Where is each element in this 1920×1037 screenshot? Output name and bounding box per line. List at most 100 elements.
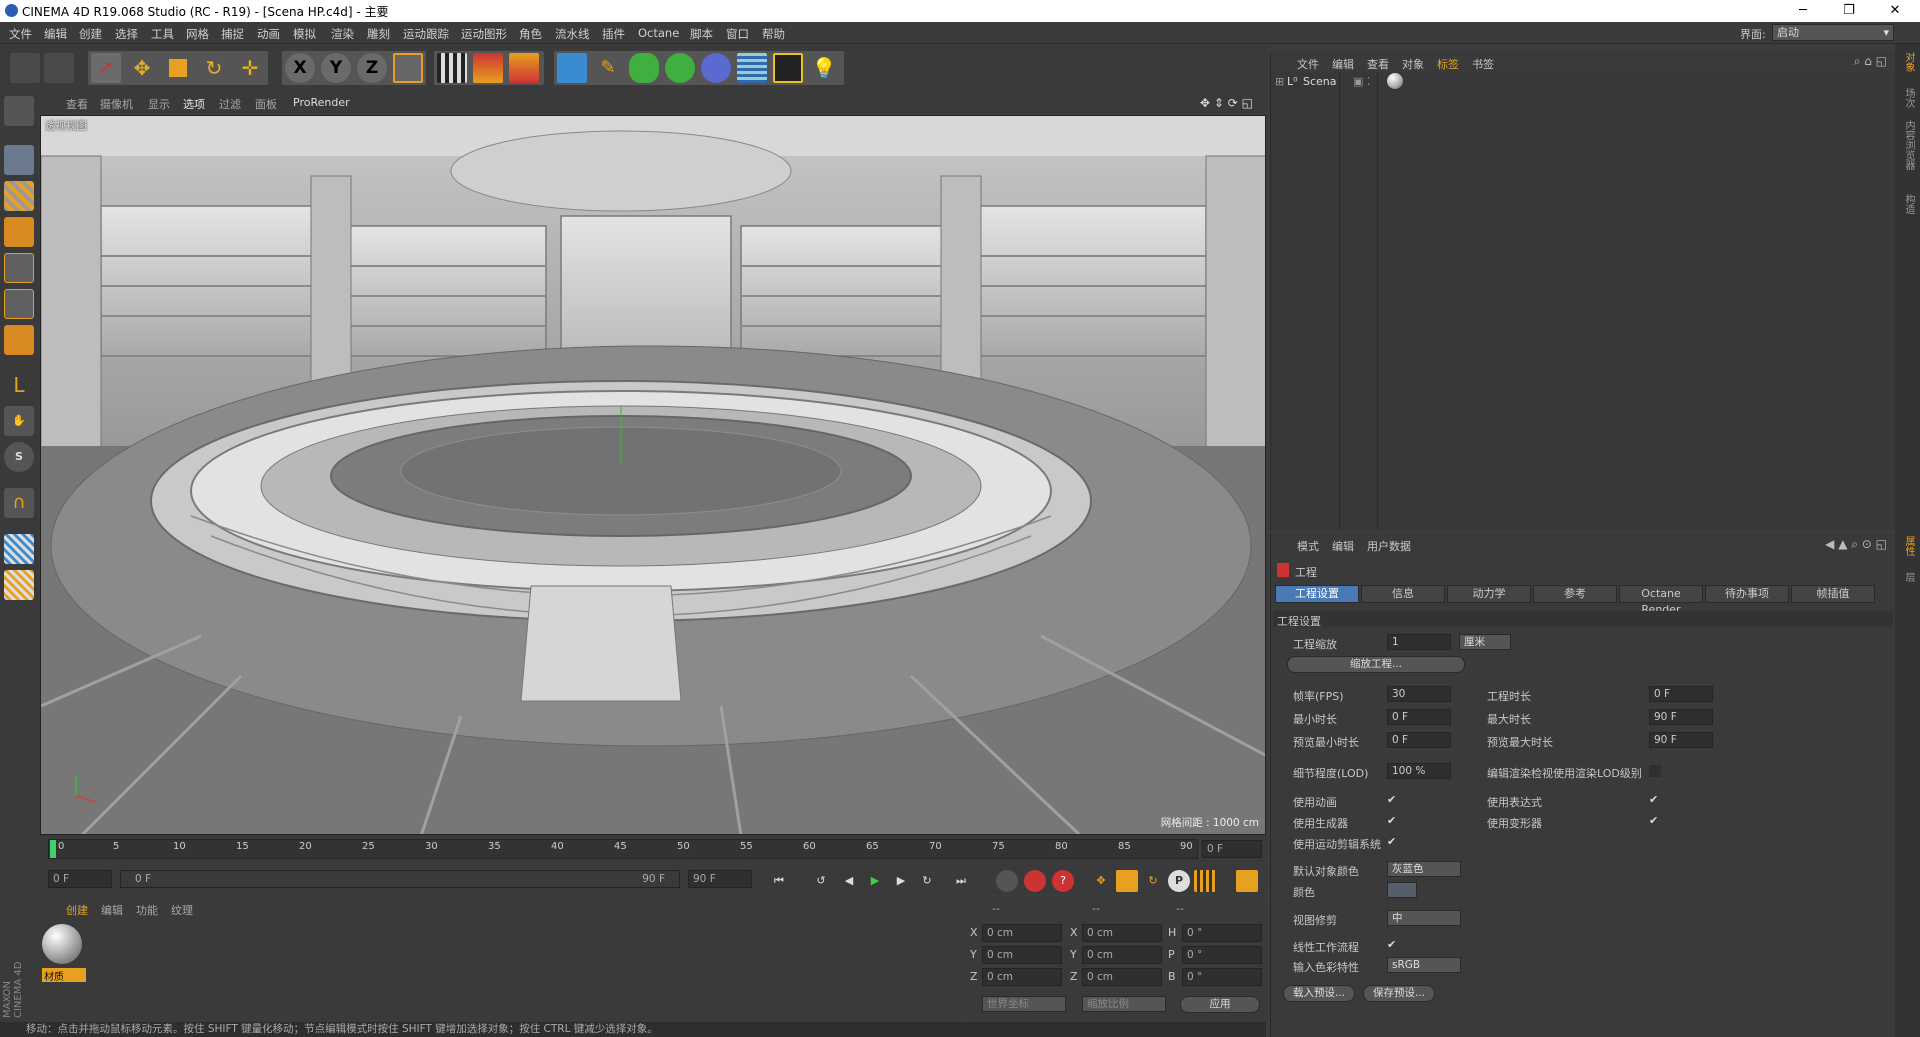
apply-button[interactable]: 应用 <box>1180 996 1260 1013</box>
undo-icon[interactable] <box>10 53 40 83</box>
make-editable-icon[interactable] <box>4 96 34 126</box>
viewport-menu-view[interactable]: 查看 <box>66 96 88 112</box>
record-keys-icon[interactable] <box>996 870 1018 892</box>
save-preset-button[interactable]: 保存预设... <box>1363 985 1435 1002</box>
object-name[interactable]: Scena <box>1303 75 1337 88</box>
objects-menu-view[interactable]: 查看 <box>1367 56 1389 72</box>
use-expressions-checkbox[interactable]: ✔ <box>1649 794 1661 806</box>
menu-window[interactable]: 窗口 <box>726 26 749 42</box>
texture-mode-icon[interactable] <box>4 181 34 211</box>
list-item[interactable]: ⊞ L⁰ Scena ▣ ⁚ <box>1275 73 1895 91</box>
cube-icon[interactable] <box>557 53 587 83</box>
perspective-viewport[interactable]: 透视视图 网格间距 : 1000 cm <box>40 115 1266 835</box>
tab-dynamics[interactable]: 动力学 <box>1447 585 1531 603</box>
menu-snap[interactable]: 捕捉 <box>221 26 244 42</box>
min-time-field[interactable]: 0 F <box>1387 709 1451 725</box>
play-icon[interactable]: ▶ <box>864 870 886 892</box>
timeline-ruler[interactable]: 0 5 10 15 20 25 30 35 40 45 50 55 60 65 … <box>40 835 1266 863</box>
axis-mode-icon[interactable]: L <box>4 370 34 400</box>
timeline-playhead[interactable] <box>50 840 56 858</box>
z-axis-icon[interactable]: Z <box>357 53 387 83</box>
menu-simulate[interactable]: 模拟 <box>293 26 316 42</box>
light-bulb-icon[interactable]: 💡 <box>809 53 839 83</box>
end-frame-field[interactable]: 90 F <box>688 870 752 888</box>
menu-plugins[interactable]: 插件 <box>602 26 625 42</box>
coord-size-x[interactable]: 0 cm <box>1082 924 1162 942</box>
objects-menu-tags[interactable]: 标签 <box>1437 56 1459 72</box>
autokey-icon[interactable] <box>1024 870 1046 892</box>
menu-tools[interactable]: 工具 <box>151 26 174 42</box>
live-select-icon[interactable]: ✛ <box>235 53 265 83</box>
menu-file[interactable]: 文件 <box>9 26 32 42</box>
lod-field[interactable]: 100 % <box>1387 763 1451 779</box>
material-menu-edit[interactable]: 编辑 <box>101 902 123 918</box>
goto-start-icon[interactable]: ⏮ <box>768 870 790 892</box>
render-picture-viewer-icon[interactable] <box>473 53 503 83</box>
tab-key-interpolation[interactable]: 帧插值 <box>1791 585 1875 603</box>
render-lod-checkbox[interactable] <box>1649 765 1661 777</box>
tab-layers[interactable]: 层 <box>1901 572 1916 582</box>
prev-key-icon[interactable]: ↺ <box>810 870 832 892</box>
material-menu-function[interactable]: 功能 <box>136 902 158 918</box>
menu-help[interactable]: 帮助 <box>762 26 785 42</box>
y-axis-icon[interactable]: Y <box>321 53 351 83</box>
menu-pipeline[interactable]: 流水线 <box>555 26 590 42</box>
scale-field[interactable]: 1 <box>1387 634 1451 650</box>
menu-create[interactable]: 创建 <box>79 26 102 42</box>
objects-menu-file[interactable]: 文件 <box>1297 56 1319 72</box>
layout-dropdown[interactable]: 启动 ▾ <box>1772 24 1894 41</box>
menu-script[interactable]: 脚本 <box>690 26 713 42</box>
coord-rotation-b[interactable]: 0 ° <box>1182 968 1262 986</box>
keyframe-selection-icon[interactable]: ? <box>1052 870 1074 892</box>
attributes-menu-user-data[interactable]: 用户数据 <box>1367 538 1411 554</box>
tab-structure[interactable]: 构造 <box>1901 194 1916 214</box>
color-profile-dropdown[interactable]: sRGB <box>1387 957 1461 973</box>
deformer-icon[interactable] <box>701 53 731 83</box>
unit-dropdown[interactable]: 厘米 <box>1459 634 1511 650</box>
preview-max-field[interactable]: 90 F <box>1649 732 1713 748</box>
polygons-mode-icon[interactable] <box>4 325 34 355</box>
search-icon[interactable]: ⌕ ⌂ ◱ <box>1854 54 1887 69</box>
key-position-icon[interactable]: ✥ <box>1090 870 1112 892</box>
viewport-menu-panel[interactable]: 面板 <box>255 96 277 112</box>
menu-mograph[interactable]: 运动图形 <box>461 26 507 42</box>
key-parameter-icon[interactable]: P <box>1168 870 1190 892</box>
next-frame-icon[interactable]: ▶ <box>890 870 912 892</box>
workplane-mode-icon[interactable] <box>4 217 34 247</box>
x-axis-icon[interactable]: X <box>285 53 315 83</box>
model-mode-icon[interactable] <box>4 145 34 175</box>
move-icon[interactable]: ✥ <box>127 53 157 83</box>
frame-range-slider[interactable]: 0 F 90 F <box>120 870 680 888</box>
default-object-color-dropdown[interactable]: 灰蓝色 <box>1387 861 1461 877</box>
render-view-icon[interactable] <box>437 53 467 83</box>
subdivision-icon[interactable] <box>629 53 659 83</box>
use-animation-checkbox[interactable]: ✔ <box>1387 794 1399 806</box>
motion-system-checkbox[interactable]: ✔ <box>1387 836 1399 848</box>
expand-icon[interactable]: ⊞ <box>1275 75 1284 88</box>
visibility-icon[interactable]: ▣ ⁚ <box>1353 75 1370 88</box>
material-swatch[interactable] <box>42 924 82 964</box>
camera-icon[interactable] <box>773 53 803 83</box>
tab-reference[interactable]: 参考 <box>1533 585 1617 603</box>
render-settings-icon[interactable] <box>509 53 539 83</box>
viewport-menu-prorender[interactable]: ProRender <box>293 96 350 109</box>
scale-project-button[interactable]: 缩放工程... <box>1287 656 1465 673</box>
scale-dropdown[interactable]: 缩放比例 <box>1082 996 1166 1012</box>
rotate-icon[interactable]: ↻ <box>199 53 229 83</box>
coordinate-system-icon[interactable] <box>393 53 423 83</box>
world-coordinates-dropdown[interactable]: 世界坐标 <box>982 996 1066 1012</box>
objects-menu-objects[interactable]: 对象 <box>1402 56 1424 72</box>
menu-sculpt[interactable]: 雕刻 <box>367 26 390 42</box>
material-menu-create[interactable]: 创建 <box>66 902 88 918</box>
material-menu-texture[interactable]: 纹理 <box>171 902 193 918</box>
goto-end-icon[interactable]: ⏭ <box>950 870 972 892</box>
timeline-window-icon[interactable] <box>1236 870 1258 892</box>
color-swatch[interactable] <box>1387 882 1417 898</box>
coord-size-y[interactable]: 0 cm <box>1082 946 1162 964</box>
objects-menu-bookmarks[interactable]: 书签 <box>1472 56 1494 72</box>
attribute-nav-icons[interactable]: ◀ ▲ ⌕ ⊙ ◱ <box>1825 537 1887 552</box>
viewport-menu-cameras[interactable]: 摄像机 <box>100 96 133 112</box>
points-mode-icon[interactable] <box>4 253 34 283</box>
close-button[interactable]: ✕ <box>1872 0 1918 22</box>
attributes-menu-mode[interactable]: 模式 <box>1297 538 1319 554</box>
